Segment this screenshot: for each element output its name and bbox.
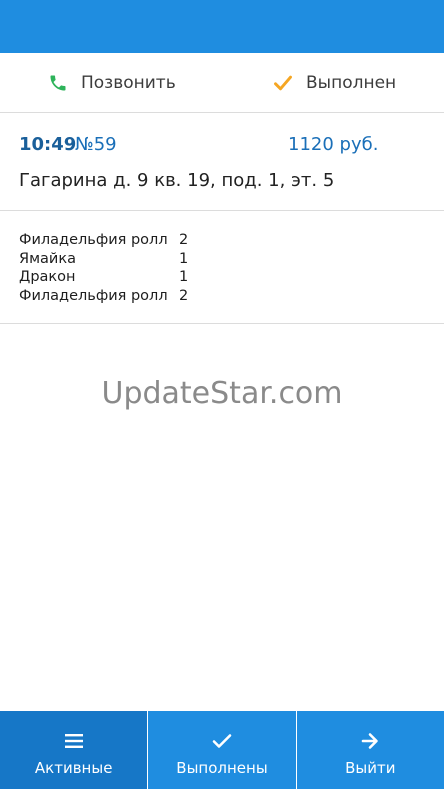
list-item: Дракон 1 xyxy=(0,268,444,287)
order-detail-screen: Позвонить Выполнен 10:49 №59 1120 руб. Г… xyxy=(0,0,444,789)
call-button-label: Позвонить xyxy=(81,73,176,93)
phone-icon xyxy=(47,72,69,94)
item-quantity: 2 xyxy=(179,287,189,304)
tab-active-orders-label: Активные xyxy=(34,759,113,777)
list-item: Филадельфия ролл 2 xyxy=(0,231,444,250)
watermark-text: UpdateStar.com xyxy=(101,376,343,411)
item-name: Дракон xyxy=(19,269,76,285)
tab-logout[interactable]: Выйти xyxy=(297,711,444,789)
tab-logout-label: Выйти xyxy=(345,759,396,777)
order-items-list: Филадельфия ролл 2 Ямайка 1 Дракон 1 Фил… xyxy=(0,211,444,324)
item-quantity: 2 xyxy=(179,232,189,248)
order-number: №59 xyxy=(75,134,117,155)
item-quantity: 1 xyxy=(179,250,189,267)
tab-completed-orders-label: Выполнены xyxy=(176,759,268,777)
tab-active-orders[interactable]: Активные xyxy=(0,711,149,789)
order-actions-bar: Позвонить Выполнен xyxy=(0,53,444,113)
list-item: Филадельфия ролл 2 xyxy=(0,287,444,306)
tab-completed-orders[interactable]: Выполнены xyxy=(148,711,297,789)
item-name: Филадельфия ролл xyxy=(19,287,168,304)
item-quantity: 1 xyxy=(179,269,189,285)
menu-icon xyxy=(63,731,85,751)
check-icon xyxy=(211,731,233,751)
order-address: Гагарина д. 9 кв. 19, под. 1, эт. 5 xyxy=(19,170,335,191)
item-name: Ямайка xyxy=(19,250,76,267)
order-time: 10:49 xyxy=(19,134,77,155)
call-button[interactable]: Позвонить xyxy=(47,53,176,113)
checkmark-icon xyxy=(272,72,294,94)
order-price: 1120 руб. xyxy=(288,134,379,155)
list-item: Ямайка 1 xyxy=(0,250,444,269)
mark-done-button[interactable]: Выполнен xyxy=(272,53,396,113)
mark-done-label: Выполнен xyxy=(306,73,397,93)
arrow-right-icon xyxy=(359,731,381,751)
item-name: Филадельфия ролл xyxy=(19,232,168,248)
order-summary: 10:49 №59 1120 руб. Гагарина д. 9 кв. 19… xyxy=(0,113,444,211)
bottom-navigation: Активные Выполнены Выйти xyxy=(0,711,444,789)
app-header-bar xyxy=(0,0,444,53)
